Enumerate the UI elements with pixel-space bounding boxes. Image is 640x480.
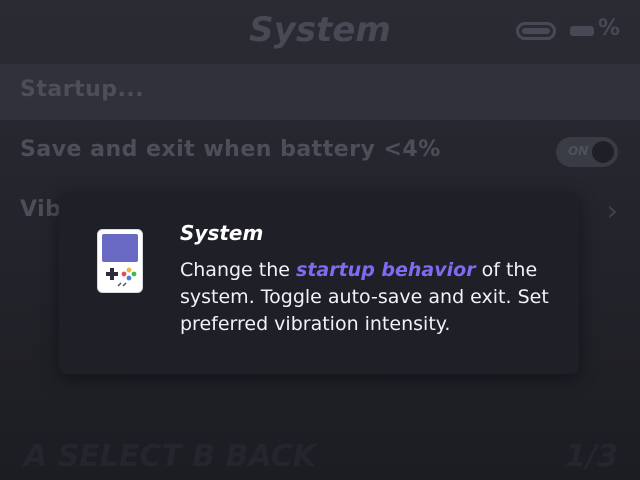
menu-item-label: Vib: [20, 197, 62, 222]
chevron-right-icon: ›: [606, 194, 618, 227]
handheld-console-icon: [97, 229, 143, 293]
battery-percent: %: [597, 16, 620, 41]
header: System %: [0, 0, 640, 64]
menu-item-save-exit-battery[interactable]: Save and exit when battery <4% ON: [0, 124, 640, 180]
menu-item-label: Save and exit when battery <4%: [20, 137, 441, 162]
toggle-state: ON: [568, 144, 589, 158]
battery-icon: [516, 22, 556, 40]
save-exit-toggle[interactable]: ON: [556, 137, 618, 167]
menu-item-startup[interactable]: Startup...: [0, 64, 640, 120]
dialog-title: System: [180, 221, 264, 245]
menu-item-label: Startup...: [20, 77, 145, 102]
dialog-highlight: startup behavior: [296, 259, 476, 281]
footer: A SELECT B BACK 1/3: [0, 424, 640, 480]
button-hints: A SELECT B BACK: [24, 439, 317, 474]
page-indicator: 1/3: [565, 439, 618, 474]
battery-level-bar: [570, 26, 594, 36]
info-dialog: System Change the startup behavior of th…: [59, 193, 579, 374]
dialog-description: Change the startup behavior of the syste…: [180, 257, 560, 338]
toggle-knob: [592, 141, 614, 163]
dialog-text-before: Change the: [180, 259, 297, 281]
